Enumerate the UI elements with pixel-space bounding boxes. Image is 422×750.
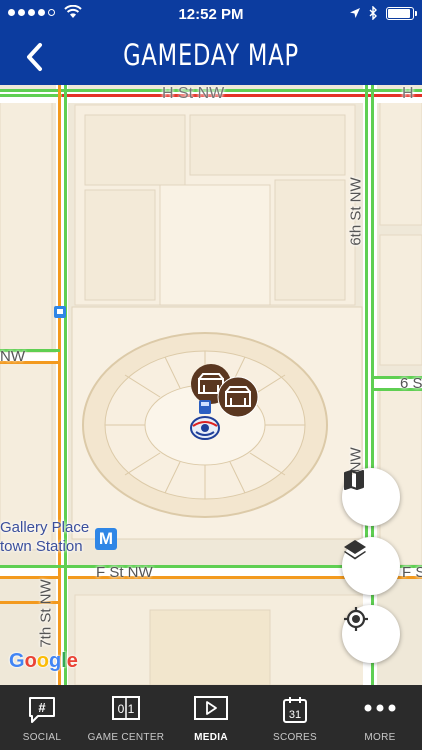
status-bar: 12:52 PM xyxy=(0,0,422,30)
my-location-button[interactable] xyxy=(342,605,400,663)
layers-icon xyxy=(344,540,366,560)
street-label-h-st: H St NW xyxy=(162,85,225,102)
concession-icon[interactable] xyxy=(217,376,259,418)
tab-social-label: SOCIAL xyxy=(22,732,62,743)
svg-text:31: 31 xyxy=(289,709,301,721)
battery-icon xyxy=(386,6,417,20)
tab-more[interactable]: MORE xyxy=(338,685,422,750)
street-label-6th-st: 6th St NW xyxy=(347,177,365,246)
street-label-f-st: F St NW xyxy=(96,564,153,581)
page-title: GAMEDAY MAP xyxy=(123,38,299,72)
play-icon xyxy=(194,696,228,720)
street-label-nw-left: NW xyxy=(0,348,25,365)
street-label-6-s-right: 6 S xyxy=(400,375,422,392)
tab-bar: # SOCIAL 0 1 GAME CENTER MEDIA 31 SCORES xyxy=(0,685,422,750)
calendar-icon: 31 xyxy=(283,697,307,723)
street-label-h-st-right: H xyxy=(402,85,414,102)
team-logo-icon[interactable] xyxy=(188,398,222,444)
google-logo: Google xyxy=(9,650,78,672)
map-view[interactable]: H St NW H 6th St NW 6th St NW 6 S NW F S… xyxy=(0,85,422,685)
layers-button[interactable] xyxy=(342,537,400,595)
tab-game-center[interactable]: 0 1 GAME CENTER xyxy=(84,685,168,750)
svg-text:0 1: 0 1 xyxy=(118,702,135,716)
tab-media-label: MEDIA xyxy=(194,732,228,743)
metro-station-label-line2[interactable]: town Station xyxy=(0,538,83,555)
tab-media[interactable]: MEDIA xyxy=(169,685,253,750)
more-dots-icon xyxy=(364,704,396,712)
street-label-f-st-right: F S xyxy=(402,564,422,581)
metro-icon[interactable]: M xyxy=(95,528,117,550)
map-icon xyxy=(344,470,364,490)
metro-station-label-line1[interactable]: Gallery Place xyxy=(0,519,89,536)
svg-text:#: # xyxy=(38,700,46,715)
tab-scores-label: SCORES xyxy=(272,732,318,743)
tab-game-center-label: GAME CENTER xyxy=(87,732,165,743)
location-arrow-icon xyxy=(350,8,360,18)
crosshair-icon xyxy=(344,607,368,631)
bluetooth-icon xyxy=(369,6,377,20)
hashtag-bubble-icon: # xyxy=(29,697,55,723)
header: GAMEDAY MAP xyxy=(0,30,422,85)
street-label-7th-st: 7th St NW xyxy=(37,579,55,648)
tab-social[interactable]: # SOCIAL xyxy=(0,685,84,750)
tab-more-label: MORE xyxy=(364,732,396,743)
scoreboard-icon: 0 1 xyxy=(112,696,140,720)
tab-scores[interactable]: 31 SCORES xyxy=(253,685,337,750)
map-view-button[interactable] xyxy=(342,468,400,526)
